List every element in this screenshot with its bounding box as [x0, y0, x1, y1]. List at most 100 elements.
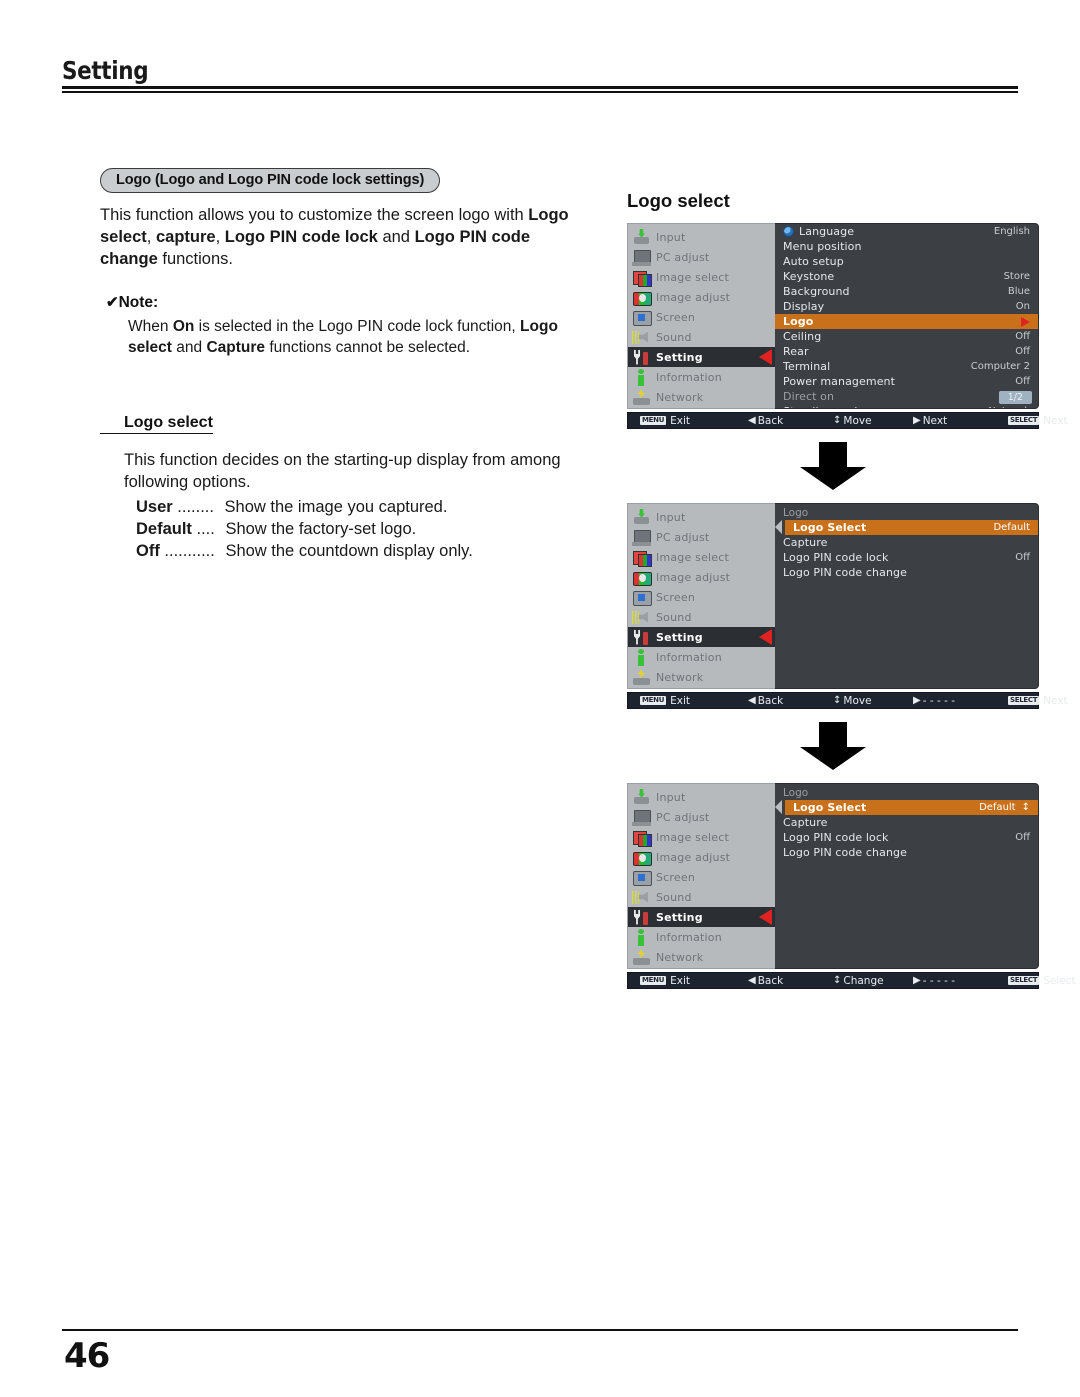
subsection-heading: Logo select: [100, 414, 213, 434]
submenu-cursor-icon: [775, 800, 782, 814]
sidebar-item-network[interactable]: Network: [628, 667, 775, 687]
subsection-paragraph: This function decides on the starting-up…: [124, 450, 561, 491]
sidebar-item-sound[interactable]: Sound: [628, 607, 775, 627]
osd-footer-bar: MENU Exit ◀ Back ↕ Move ▶ Next SELECT Next: [627, 412, 1068, 429]
sidebar-item-information[interactable]: Information: [628, 647, 775, 667]
menu-item-label: Ceiling: [783, 330, 822, 343]
sidebar-item-label: Image select: [656, 830, 730, 844]
sidebar-item-setting[interactable]: Setting: [628, 627, 775, 647]
menu-item-rear[interactable]: Rear Off: [775, 344, 1038, 359]
key-glyph-icon: ▶: [913, 695, 921, 706]
osd-main-panel: Language English Menu position Auto setup Ke…: [775, 223, 1039, 409]
menu-item-power-management[interactable]: Power management Off: [775, 374, 1038, 389]
menu-item-label: Display: [783, 300, 825, 313]
image-adjust-icon: [632, 289, 652, 306]
menu-item-ceiling[interactable]: Ceiling Off: [775, 329, 1038, 344]
menu-item-logo[interactable]: Logo: [775, 314, 1038, 329]
network-icon: [632, 669, 651, 686]
sidebar-item-network[interactable]: Network: [628, 387, 775, 407]
checkmark-icon: ✔: [106, 293, 119, 311]
sidebar-item-image-adjust[interactable]: Image adjust: [628, 847, 775, 867]
menu-item-logo-pin-code-change[interactable]: Logo PIN code change: [775, 565, 1038, 580]
menu-item-value: Off: [1015, 331, 1030, 342]
sidebar-item-label: Sound: [656, 610, 692, 624]
osd-key-hint: SELECT Next: [1008, 415, 1068, 427]
menu-item-value: Off: [1015, 832, 1030, 843]
menu-item-value: Blue: [1007, 286, 1030, 297]
key-hint-label: Back: [757, 414, 784, 427]
menu-item-value: Network: [988, 406, 1030, 408]
osd-key-hint: MENU Exit: [640, 415, 690, 427]
setting-icon: [632, 909, 651, 926]
sidebar-item-information[interactable]: Information: [628, 927, 775, 947]
menu-item-background[interactable]: Background Blue: [775, 284, 1038, 299]
sidebar-item-image-select[interactable]: Image select: [628, 267, 775, 287]
note-bold-3: Capture: [206, 338, 266, 356]
sidebar-item-pc-adjust[interactable]: PC adjust: [628, 807, 775, 827]
setting-icon: [632, 629, 651, 646]
note-heading: ✔Note:: [100, 293, 590, 312]
osd-sidebar: Input PC adjust Image select Image adjust Sc…: [627, 503, 775, 689]
sidebar-item-input[interactable]: Input: [628, 787, 775, 807]
menu-item-display[interactable]: Display On: [775, 299, 1038, 314]
sidebar-item-pc-adjust[interactable]: PC adjust: [628, 247, 775, 267]
option-list: User ........ Show the image you capture…: [100, 497, 590, 563]
menu-item-capture[interactable]: Capture: [775, 535, 1038, 550]
sidebar-item-input[interactable]: Input: [628, 507, 775, 527]
sidebar-item-sound[interactable]: Sound: [628, 887, 775, 907]
sidebar-item-screen[interactable]: Screen: [628, 587, 775, 607]
note-bold-1: On: [172, 317, 195, 335]
sidebar-item-label: Information: [656, 650, 722, 664]
menu-item-keystone[interactable]: Keystone Store: [775, 269, 1038, 284]
osd-key-hint: ◀ Back: [748, 415, 783, 427]
section-pill-label: Logo (Logo and Logo PIN code lock settin…: [100, 168, 441, 193]
sidebar-item-image-adjust[interactable]: Image adjust: [628, 287, 775, 307]
option-description: Show the countdown display only.: [225, 541, 473, 560]
option-key: User: [136, 497, 173, 516]
pc-adjust-icon: [632, 809, 651, 826]
menu-item-value: Default: [993, 522, 1030, 533]
intro-pre: This function allows you to customize th…: [100, 206, 529, 224]
sidebar-item-input[interactable]: Input: [628, 227, 775, 247]
menu-item-value: Off: [1015, 346, 1030, 357]
sidebar-item-network[interactable]: Network: [628, 947, 775, 967]
menu-item-label: Capture: [783, 536, 828, 549]
intro-paragraph: This function allows you to customize th…: [100, 205, 590, 271]
menu-item-terminal[interactable]: Terminal Computer 2: [775, 359, 1038, 374]
sidebar-item-image-adjust[interactable]: Image adjust: [628, 567, 775, 587]
input-icon: [632, 509, 651, 526]
menu-item-standby-mode[interactable]: Standby mode Network: [775, 404, 1038, 408]
menu-item-menu-position[interactable]: Menu position: [775, 239, 1038, 254]
key-glyph-icon: ◀: [748, 695, 756, 706]
sidebar-item-setting[interactable]: Setting: [628, 907, 775, 927]
sidebar-item-label: Image adjust: [656, 570, 731, 584]
key-hint-label: Exit: [670, 974, 690, 987]
sidebar-item-image-select[interactable]: Image select: [628, 547, 775, 567]
sidebar-selection-arrow-icon: [759, 349, 772, 365]
menu-item-logo-select[interactable]: Logo Select Default ↕: [785, 800, 1038, 815]
menu-item-logo-pin-code-change[interactable]: Logo PIN code change: [775, 845, 1038, 860]
osd-key-hint: ▶ Next: [913, 415, 947, 427]
menu-item-logo-pin-code-lock[interactable]: Logo PIN code lock Off: [775, 830, 1038, 845]
sidebar-item-setting[interactable]: Setting: [628, 347, 775, 367]
menu-item-label: Logo PIN code lock: [783, 551, 889, 564]
key-glyph-icon: ▶: [913, 975, 921, 986]
sidebar-item-information[interactable]: Information: [628, 367, 775, 387]
sidebar-item-screen[interactable]: Screen: [628, 867, 775, 887]
menu-item-language[interactable]: Language English: [775, 224, 1038, 239]
option-dots: ...........: [159, 541, 220, 560]
menu-item-label: Menu position: [783, 240, 862, 253]
sidebar-item-image-select[interactable]: Image select: [628, 827, 775, 847]
right-screenshot-column: Logo select Input PC adjust Image select Im…: [627, 190, 1076, 989]
image-select-icon: [632, 549, 652, 567]
menu-item-capture[interactable]: Capture: [775, 815, 1038, 830]
screen-icon: [632, 869, 652, 886]
menu-item-logo-select[interactable]: Logo Select Default: [785, 520, 1038, 535]
sidebar-item-pc-adjust[interactable]: PC adjust: [628, 527, 775, 547]
sidebar-item-screen[interactable]: Screen: [628, 307, 775, 327]
menu-item-logo-pin-code-lock[interactable]: Logo PIN code lock Off: [775, 550, 1038, 565]
intro-bold-3: Logo PIN code lock: [224, 227, 378, 246]
menu-item-auto-setup[interactable]: Auto setup: [775, 254, 1038, 269]
sidebar-item-sound[interactable]: Sound: [628, 327, 775, 347]
key-hint-label: Next: [1043, 694, 1068, 707]
